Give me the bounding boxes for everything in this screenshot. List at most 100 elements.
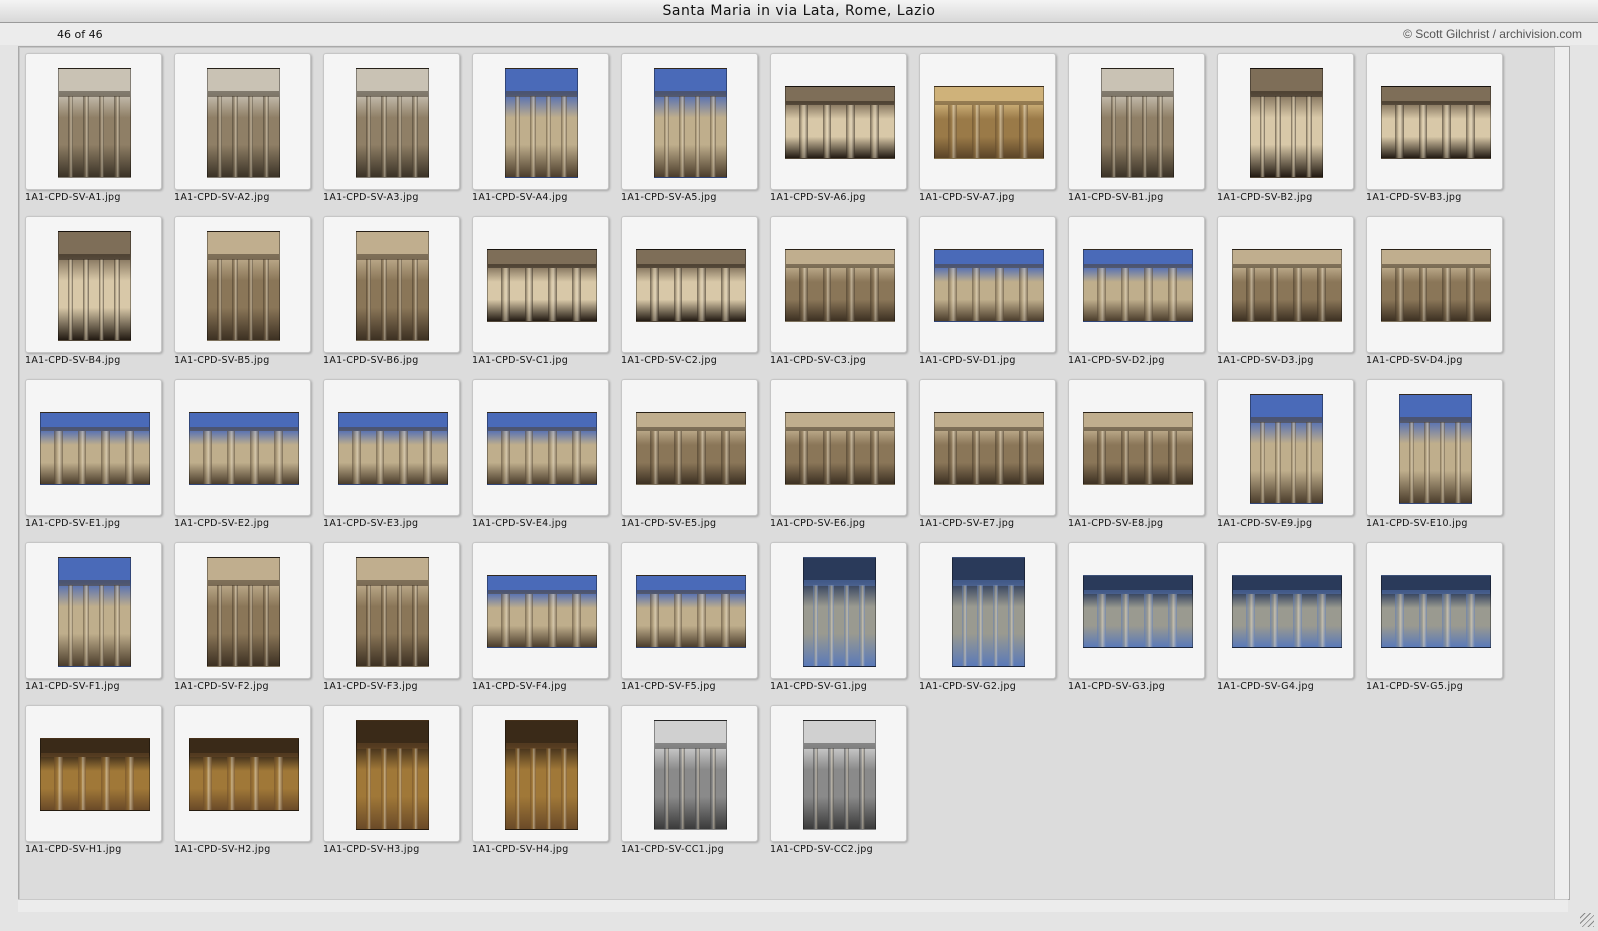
thumbnail-image[interactable]	[505, 720, 578, 830]
slide-frame[interactable]	[1366, 216, 1503, 353]
thumbnail-image[interactable]	[356, 557, 429, 667]
thumbnail-image[interactable]	[785, 249, 895, 322]
slide-frame[interactable]	[919, 53, 1056, 190]
thumbnail-item[interactable]: 1A1-CPD-SV-E6.jpg	[770, 379, 910, 534]
slide-frame[interactable]	[472, 379, 609, 516]
thumbnail-image[interactable]	[803, 720, 876, 830]
thumbnail-item[interactable]: 1A1-CPD-SV-G4.jpg	[1217, 542, 1357, 697]
thumbnail-image[interactable]	[1101, 68, 1174, 178]
thumbnail-item[interactable]: 1A1-CPD-SV-C3.jpg	[770, 216, 910, 371]
slide-frame[interactable]	[1068, 379, 1205, 516]
slide-frame[interactable]	[25, 379, 162, 516]
slide-frame[interactable]	[1217, 379, 1354, 516]
thumbnail-item[interactable]: 1A1-CPD-SV-G1.jpg	[770, 542, 910, 697]
slide-frame[interactable]	[770, 705, 907, 842]
thumbnail-image[interactable]	[207, 557, 280, 667]
thumbnail-image[interactable]	[636, 249, 746, 322]
resize-grip-icon[interactable]	[1580, 913, 1594, 927]
slide-frame[interactable]	[472, 53, 609, 190]
slide-frame[interactable]	[919, 379, 1056, 516]
slide-frame[interactable]	[1068, 542, 1205, 679]
thumbnail-item[interactable]: 1A1-CPD-SV-F4.jpg	[472, 542, 612, 697]
thumbnail-item[interactable]: 1A1-CPD-SV-D1.jpg	[919, 216, 1059, 371]
slide-frame[interactable]	[174, 379, 311, 516]
slide-frame[interactable]	[323, 379, 460, 516]
thumbnail-image[interactable]	[40, 412, 150, 485]
thumbnail-image[interactable]	[1083, 249, 1193, 322]
slide-frame[interactable]	[472, 705, 609, 842]
thumbnail-image[interactable]	[934, 412, 1044, 485]
thumbnail-image[interactable]	[785, 86, 895, 159]
thumbnail-item[interactable]: 1A1-CPD-SV-A2.jpg	[174, 53, 314, 208]
thumbnail-item[interactable]: 1A1-CPD-SV-E7.jpg	[919, 379, 1059, 534]
thumbnail-item[interactable]: 1A1-CPD-SV-F2.jpg	[174, 542, 314, 697]
thumbnail-item[interactable]: 1A1-CPD-SV-A7.jpg	[919, 53, 1059, 208]
thumbnail-item[interactable]: 1A1-CPD-SV-CC2.jpg	[770, 705, 910, 860]
thumbnail-image[interactable]	[1381, 86, 1491, 159]
thumbnail-image[interactable]	[1381, 249, 1491, 322]
thumbnail-image[interactable]	[934, 86, 1044, 159]
thumbnail-image[interactable]	[1232, 249, 1342, 322]
thumbnail-image[interactable]	[1250, 68, 1323, 178]
thumbnail-item[interactable]: 1A1-CPD-SV-B2.jpg	[1217, 53, 1357, 208]
slide-frame[interactable]	[1217, 53, 1354, 190]
thumbnail-item[interactable]: 1A1-CPD-SV-E1.jpg	[25, 379, 165, 534]
slide-frame[interactable]	[174, 216, 311, 353]
slide-frame[interactable]	[621, 705, 758, 842]
thumbnail-image[interactable]	[338, 412, 448, 485]
thumbnail-image[interactable]	[356, 720, 429, 830]
thumbnail-item[interactable]: 1A1-CPD-SV-A4.jpg	[472, 53, 612, 208]
thumbnail-item[interactable]: 1A1-CPD-SV-E9.jpg	[1217, 379, 1357, 534]
thumbnail-item[interactable]: 1A1-CPD-SV-F3.jpg	[323, 542, 463, 697]
thumbnail-image[interactable]	[1399, 394, 1472, 504]
slide-frame[interactable]	[25, 53, 162, 190]
thumbnail-image[interactable]	[1232, 575, 1342, 648]
thumbnail-image[interactable]	[1083, 575, 1193, 648]
slide-frame[interactable]	[472, 216, 609, 353]
thumbnail-item[interactable]: 1A1-CPD-SV-B1.jpg	[1068, 53, 1208, 208]
thumbnail-image[interactable]	[487, 249, 597, 322]
thumbnail-image[interactable]	[58, 557, 131, 667]
thumbnail-item[interactable]: 1A1-CPD-SV-D4.jpg	[1366, 216, 1506, 371]
slide-frame[interactable]	[25, 705, 162, 842]
thumbnail-image[interactable]	[58, 231, 131, 341]
thumbnail-item[interactable]: 1A1-CPD-SV-A6.jpg	[770, 53, 910, 208]
thumbnail-item[interactable]: 1A1-CPD-SV-D2.jpg	[1068, 216, 1208, 371]
slide-frame[interactable]	[25, 542, 162, 679]
slide-frame[interactable]	[472, 542, 609, 679]
thumbnail-item[interactable]: 1A1-CPD-SV-E10.jpg	[1366, 379, 1506, 534]
thumbnail-item[interactable]: 1A1-CPD-SV-B6.jpg	[323, 216, 463, 371]
slide-frame[interactable]	[174, 53, 311, 190]
thumbnail-image[interactable]	[356, 231, 429, 341]
thumbnail-item[interactable]: 1A1-CPD-SV-E5.jpg	[621, 379, 761, 534]
slide-frame[interactable]	[1217, 216, 1354, 353]
thumbnail-item[interactable]: 1A1-CPD-SV-E2.jpg	[174, 379, 314, 534]
thumbnail-item[interactable]: 1A1-CPD-SV-C1.jpg	[472, 216, 612, 371]
vertical-scrollbar[interactable]	[1554, 47, 1569, 899]
slide-frame[interactable]	[1068, 53, 1205, 190]
thumbnail-item[interactable]: 1A1-CPD-SV-F5.jpg	[621, 542, 761, 697]
thumbnail-image[interactable]	[487, 412, 597, 485]
thumbnail-image[interactable]	[207, 68, 280, 178]
thumbnail-item[interactable]: 1A1-CPD-SV-G2.jpg	[919, 542, 1059, 697]
thumbnail-item[interactable]: 1A1-CPD-SV-F1.jpg	[25, 542, 165, 697]
slide-frame[interactable]	[1068, 216, 1205, 353]
thumbnail-image[interactable]	[934, 249, 1044, 322]
thumbnail-item[interactable]: 1A1-CPD-SV-H1.jpg	[25, 705, 165, 860]
slide-frame[interactable]	[621, 53, 758, 190]
thumbnail-item[interactable]: 1A1-CPD-SV-B5.jpg	[174, 216, 314, 371]
thumbnail-item[interactable]: 1A1-CPD-SV-CC1.jpg	[621, 705, 761, 860]
slide-frame[interactable]	[919, 542, 1056, 679]
thumbnail-item[interactable]: 1A1-CPD-SV-B4.jpg	[25, 216, 165, 371]
thumbnail-item[interactable]: 1A1-CPD-SV-E8.jpg	[1068, 379, 1208, 534]
thumbnail-image[interactable]	[1381, 575, 1491, 648]
thumbnail-item[interactable]: 1A1-CPD-SV-A3.jpg	[323, 53, 463, 208]
slide-frame[interactable]	[174, 542, 311, 679]
slide-frame[interactable]	[621, 216, 758, 353]
thumbnail-item[interactable]: 1A1-CPD-SV-G3.jpg	[1068, 542, 1208, 697]
thumbnail-image[interactable]	[505, 68, 578, 178]
thumbnail-item[interactable]: 1A1-CPD-SV-H3.jpg	[323, 705, 463, 860]
thumbnail-image[interactable]	[487, 575, 597, 648]
thumbnail-item[interactable]: 1A1-CPD-SV-E4.jpg	[472, 379, 612, 534]
slide-frame[interactable]	[323, 705, 460, 842]
